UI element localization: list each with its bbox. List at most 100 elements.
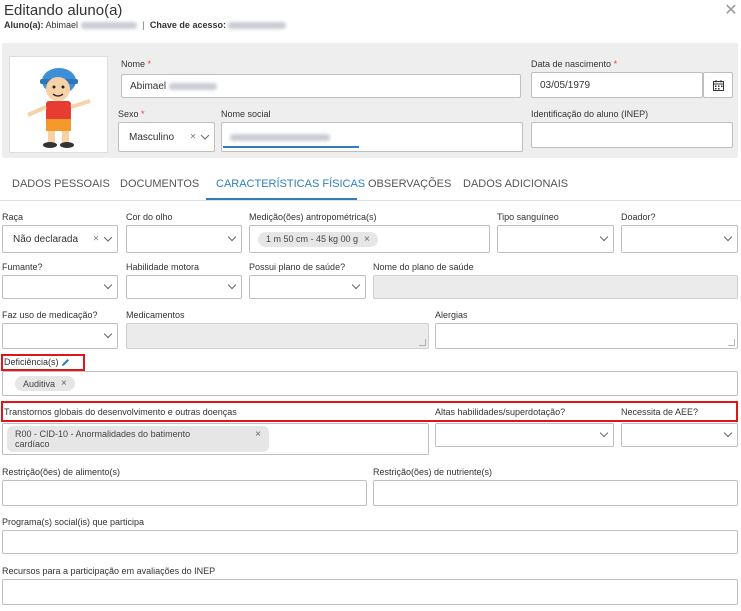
recursos-inep-input[interactable]	[2, 579, 738, 605]
tab-dados-adicionais[interactable]: DADOS ADICIONAIS	[463, 178, 568, 190]
remove-tag-icon[interactable]: ×	[255, 429, 261, 440]
recursos-inep-label: Recursos para a participação em avaliaçõ…	[2, 566, 216, 576]
raca-value: Não declarada	[13, 233, 79, 245]
avatar[interactable]	[9, 56, 108, 153]
chevron-down-icon[interactable]	[103, 232, 113, 242]
tab-caracteristicas-fisicas[interactable]: CARACTERÍSTICAS FÍSICAS	[216, 178, 365, 190]
student-name: Abimael	[45, 20, 79, 30]
deficiencia-tag-label: Auditiva	[23, 378, 56, 389]
blurred-surname	[168, 82, 217, 90]
restricao-nutriente-label: Restrição(ões) de nutriente(s)	[373, 467, 493, 477]
resize-handle[interactable]	[419, 339, 426, 346]
nome-label: Nome *	[121, 59, 152, 69]
deficiencia-label: Deficiência(s)	[4, 357, 70, 367]
programas-sociais-input[interactable]	[2, 530, 738, 554]
transtornos-tag-line1: R00 - CID-10 - Anormalidades do batiment…	[15, 429, 191, 439]
chevron-down-icon[interactable]	[599, 428, 609, 438]
habilidade-motora-select[interactable]	[126, 275, 242, 299]
chevron-down-icon[interactable]	[723, 428, 733, 438]
deficiencia-label-text: Deficiência(s)	[4, 357, 59, 367]
tipo-sanguineo-select[interactable]	[497, 225, 614, 253]
cor-olho-label: Cor do olho	[126, 212, 173, 222]
clear-icon[interactable]: ×	[190, 132, 196, 143]
chevron-down-icon[interactable]	[599, 232, 609, 242]
inep-input[interactable]	[531, 122, 733, 148]
data-nascimento-label: Data de nascimento *	[531, 59, 618, 69]
header-subline: Aluno(a): Abimael | Chave de acesso:	[4, 20, 287, 30]
transtornos-label: Transtornos globais do desenvolvimento e…	[4, 407, 237, 417]
medicao-multiselect[interactable]: 1 m 50 cm - 45 kg 00 g ×	[249, 225, 490, 253]
aee-label: Necessita de AEE?	[621, 407, 699, 417]
blurred-access-key	[228, 22, 287, 30]
nome-plano-input[interactable]	[373, 275, 738, 299]
inep-label: Identificação do aluno (INEP)	[531, 109, 649, 119]
altas-habilidades-label: Altas habilidades/superdotação?	[435, 407, 566, 417]
deficiencia-tag: Auditiva ×	[15, 376, 75, 391]
remove-tag-icon[interactable]: ×	[61, 378, 67, 389]
modal-title: Editando aluno(a)	[4, 2, 123, 19]
transtornos-tag-line2: cardíaco	[15, 439, 50, 449]
cor-olho-select[interactable]	[126, 225, 242, 253]
blurred-name	[80, 22, 137, 30]
transtornos-tag: R00 - CID-10 - Anormalidades do batiment…	[7, 426, 269, 452]
doador-label: Doador?	[621, 212, 656, 222]
chevron-down-icon[interactable]	[227, 280, 237, 290]
student-avatar-image	[27, 68, 91, 148]
raca-label: Raça	[2, 212, 24, 222]
medicamentos-label: Medicamentos	[126, 310, 185, 320]
active-tab-indicator	[206, 198, 357, 200]
nome-input[interactable]: Abimael	[121, 74, 521, 98]
separator: |	[142, 20, 145, 30]
fumante-select[interactable]	[2, 275, 118, 299]
chevron-down-icon[interactable]	[351, 280, 361, 290]
doador-select[interactable]	[621, 225, 738, 253]
medicamentos-textarea[interactable]	[126, 323, 429, 349]
pencil-icon[interactable]	[61, 358, 70, 367]
restricao-alimento-input[interactable]	[2, 480, 367, 506]
habilidade-motora-label: Habilidade motora	[126, 262, 200, 272]
plano-saude-select[interactable]	[249, 275, 366, 299]
student-label: Aluno(a):	[4, 20, 44, 30]
nome-plano-label: Nome do plano de saúde	[373, 262, 474, 272]
chevron-down-icon[interactable]	[723, 232, 733, 242]
access-key-label: Chave de acesso:	[149, 20, 226, 30]
programas-sociais-label: Programa(s) social(is) que participa	[2, 517, 145, 527]
nome-value: Abimael	[130, 80, 167, 92]
plano-saude-label: Possui plano de saúde?	[249, 262, 346, 272]
chevron-down-icon[interactable]	[103, 329, 113, 339]
data-nascimento-input[interactable]: 03/05/1979	[531, 72, 703, 98]
medicacao-select[interactable]	[2, 323, 118, 349]
transtornos-tag-text: R00 - CID-10 - Anormalidades do batiment…	[15, 429, 190, 449]
blurred-nome-social	[230, 133, 330, 141]
close-icon[interactable]: ✕	[724, 3, 738, 19]
tab-documentos[interactable]: DOCUMENTOS	[120, 178, 199, 190]
remove-tag-icon[interactable]: ×	[364, 234, 370, 245]
calendar-icon	[712, 79, 724, 91]
aee-select[interactable]	[621, 423, 738, 447]
tab-dados-pessoais[interactable]: DADOS PESSOAIS	[12, 178, 110, 190]
medicacao-label: Faz uso de medicação?	[2, 310, 98, 320]
chevron-down-icon[interactable]	[227, 232, 237, 242]
tabs-divider	[0, 200, 741, 201]
restricao-nutriente-input[interactable]	[373, 480, 738, 506]
medicao-label: Medição(ões) antropométrica(s)	[249, 212, 377, 222]
data-nascimento-value: 03/05/1979	[540, 79, 591, 91]
chevron-down-icon[interactable]	[103, 280, 113, 290]
sexo-value: Masculino	[129, 131, 175, 143]
resize-handle[interactable]	[728, 339, 735, 346]
tab-observacoes[interactable]: OBSERVAÇÕES	[368, 178, 451, 190]
transtornos-multiselect[interactable]: R00 - CID-10 - Anormalidades do batiment…	[2, 423, 429, 455]
chevron-down-icon[interactable]	[200, 130, 210, 140]
calendar-button[interactable]	[703, 72, 733, 98]
clear-icon[interactable]: ×	[93, 234, 99, 245]
deficiencia-multiselect[interactable]: Auditiva ×	[2, 371, 738, 396]
medicao-tag-label: 1 m 50 cm - 45 kg 00 g	[266, 234, 359, 244]
alergias-textarea[interactable]	[435, 323, 738, 349]
altas-habilidades-select[interactable]	[435, 423, 614, 447]
alergias-label: Alergias	[435, 310, 468, 320]
sexo-select[interactable]: Masculino ×	[118, 122, 215, 152]
raca-select[interactable]: Não declarada ×	[2, 225, 118, 253]
nome-social-focus-line	[223, 146, 359, 148]
tipo-sanguineo-label: Tipo sanguíneo	[497, 212, 559, 222]
restricao-alimento-label: Restrição(ões) de alimento(s)	[2, 467, 121, 477]
